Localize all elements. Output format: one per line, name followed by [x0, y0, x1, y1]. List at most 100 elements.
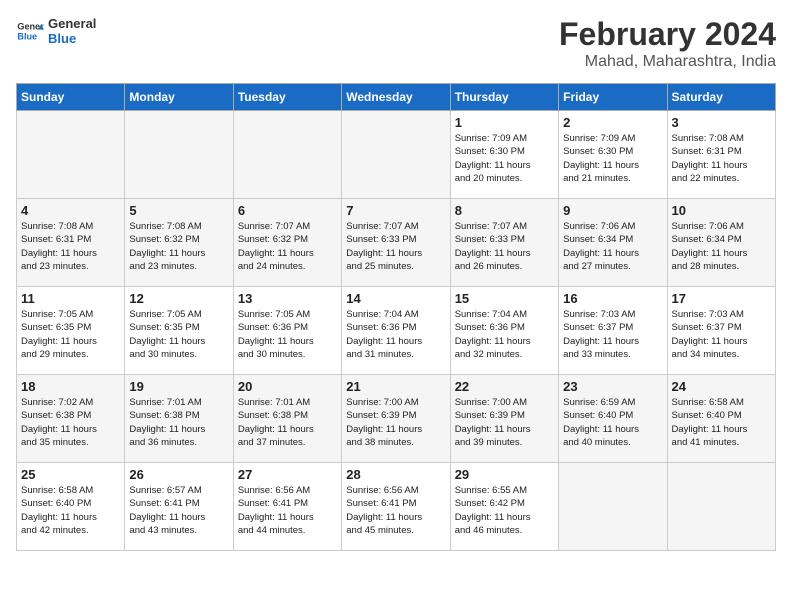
header-row: SundayMondayTuesdayWednesdayThursdayFrid… — [17, 84, 776, 111]
day-info: Sunrise: 7:01 AM Sunset: 6:38 PM Dayligh… — [129, 396, 228, 449]
day-number: 28 — [346, 467, 445, 482]
calendar-cell: 23 Sunrise: 6:59 AM Sunset: 6:40 PM Dayli… — [559, 375, 667, 463]
calendar-header: SundayMondayTuesdayWednesdayThursdayFrid… — [17, 84, 776, 111]
calendar-cell — [342, 111, 450, 199]
calendar-cell: 7 Sunrise: 7:07 AM Sunset: 6:33 PM Daylig… — [342, 199, 450, 287]
calendar-cell: 1 Sunrise: 7:09 AM Sunset: 6:30 PM Daylig… — [450, 111, 558, 199]
day-info: Sunrise: 7:00 AM Sunset: 6:39 PM Dayligh… — [346, 396, 445, 449]
day-info: Sunrise: 7:01 AM Sunset: 6:38 PM Dayligh… — [238, 396, 337, 449]
week-row-5: 25 Sunrise: 6:58 AM Sunset: 6:40 PM Dayli… — [17, 463, 776, 551]
sub-title: Mahad, Maharashtra, India — [559, 53, 776, 71]
day-number: 19 — [129, 379, 228, 394]
calendar-cell: 20 Sunrise: 7:01 AM Sunset: 6:38 PM Dayli… — [233, 375, 341, 463]
day-number: 25 — [21, 467, 120, 482]
calendar-cell: 27 Sunrise: 6:56 AM Sunset: 6:41 PM Dayli… — [233, 463, 341, 551]
header-cell-sunday: Sunday — [17, 84, 125, 111]
day-info: Sunrise: 7:06 AM Sunset: 6:34 PM Dayligh… — [563, 220, 662, 273]
header-cell-wednesday: Wednesday — [342, 84, 450, 111]
day-number: 29 — [455, 467, 554, 482]
day-number: 18 — [21, 379, 120, 394]
calendar-cell: 25 Sunrise: 6:58 AM Sunset: 6:40 PM Dayli… — [17, 463, 125, 551]
day-number: 5 — [129, 203, 228, 218]
day-info: Sunrise: 7:04 AM Sunset: 6:36 PM Dayligh… — [346, 308, 445, 361]
calendar-cell: 12Sunrise: 7:05 AM Sunset: 6:35 PM Dayli… — [125, 287, 233, 375]
week-row-4: 18 Sunrise: 7:02 AM Sunset: 6:38 PM Dayli… — [17, 375, 776, 463]
day-number: 22 — [455, 379, 554, 394]
day-info: Sunrise: 7:05 AM Sunset: 6:36 PM Dayligh… — [238, 308, 337, 361]
day-number: 1 — [455, 115, 554, 130]
calendar-cell: 3Sunrise: 7:08 AM Sunset: 6:31 PM Daylig… — [667, 111, 775, 199]
day-info: Sunrise: 6:58 AM Sunset: 6:40 PM Dayligh… — [21, 484, 120, 537]
day-number: 8 — [455, 203, 554, 218]
day-number: 17 — [672, 291, 771, 306]
calendar-cell: 17 Sunrise: 7:03 AM Sunset: 6:37 PM Dayli… — [667, 287, 775, 375]
day-info: Sunrise: 7:07 AM Sunset: 6:33 PM Dayligh… — [455, 220, 554, 273]
day-info: Sunrise: 7:05 AM Sunset: 6:35 PM Dayligh… — [21, 308, 120, 361]
header-cell-thursday: Thursday — [450, 84, 558, 111]
calendar-cell: 26 Sunrise: 6:57 AM Sunset: 6:41 PM Dayli… — [125, 463, 233, 551]
calendar-cell: 15Sunrise: 7:04 AM Sunset: 6:36 PM Dayli… — [450, 287, 558, 375]
header-cell-monday: Monday — [125, 84, 233, 111]
day-number: 7 — [346, 203, 445, 218]
logo-line2: Blue — [48, 31, 96, 46]
day-info: Sunrise: 6:58 AM Sunset: 6:40 PM Dayligh… — [672, 396, 771, 449]
day-number: 14 — [346, 291, 445, 306]
day-info: Sunrise: 7:08 AM Sunset: 6:31 PM Dayligh… — [21, 220, 120, 273]
calendar-cell: 21 Sunrise: 7:00 AM Sunset: 6:39 PM Dayli… — [342, 375, 450, 463]
day-info: Sunrise: 7:08 AM Sunset: 6:32 PM Dayligh… — [129, 220, 228, 273]
day-info: Sunrise: 7:07 AM Sunset: 6:32 PM Dayligh… — [238, 220, 337, 273]
day-info: Sunrise: 6:59 AM Sunset: 6:40 PM Dayligh… — [563, 396, 662, 449]
day-info: Sunrise: 7:03 AM Sunset: 6:37 PM Dayligh… — [563, 308, 662, 361]
day-info: Sunrise: 7:06 AM Sunset: 6:34 PM Dayligh… — [672, 220, 771, 273]
day-number: 20 — [238, 379, 337, 394]
calendar-cell: 24 Sunrise: 6:58 AM Sunset: 6:40 PM Dayli… — [667, 375, 775, 463]
day-info: Sunrise: 7:00 AM Sunset: 6:39 PM Dayligh… — [455, 396, 554, 449]
header-cell-friday: Friday — [559, 84, 667, 111]
logo-icon: General Blue — [16, 17, 44, 45]
day-number: 11 — [21, 291, 120, 306]
day-number: 2 — [563, 115, 662, 130]
calendar-table: SundayMondayTuesdayWednesdayThursdayFrid… — [16, 83, 776, 551]
day-info: Sunrise: 6:55 AM Sunset: 6:42 PM Dayligh… — [455, 484, 554, 537]
svg-text:Blue: Blue — [17, 31, 37, 41]
day-number: 21 — [346, 379, 445, 394]
day-number: 26 — [129, 467, 228, 482]
calendar-cell: 16 Sunrise: 7:03 AM Sunset: 6:37 PM Dayli… — [559, 287, 667, 375]
day-info: Sunrise: 7:07 AM Sunset: 6:33 PM Dayligh… — [346, 220, 445, 273]
calendar-cell: 6 Sunrise: 7:07 AM Sunset: 6:32 PM Daylig… — [233, 199, 341, 287]
page-header: General Blue General Blue February 2024 … — [16, 16, 776, 71]
day-info: Sunrise: 7:03 AM Sunset: 6:37 PM Dayligh… — [672, 308, 771, 361]
header-cell-tuesday: Tuesday — [233, 84, 341, 111]
day-info: Sunrise: 6:56 AM Sunset: 6:41 PM Dayligh… — [238, 484, 337, 537]
day-number: 23 — [563, 379, 662, 394]
week-row-2: 4Sunrise: 7:08 AM Sunset: 6:31 PM Daylig… — [17, 199, 776, 287]
logo-line1: General — [48, 16, 96, 31]
logo: General Blue General Blue — [16, 16, 96, 46]
day-number: 6 — [238, 203, 337, 218]
week-row-3: 11 Sunrise: 7:05 AM Sunset: 6:35 PM Dayli… — [17, 287, 776, 375]
day-number: 24 — [672, 379, 771, 394]
calendar-cell: 4Sunrise: 7:08 AM Sunset: 6:31 PM Daylig… — [17, 199, 125, 287]
calendar-cell — [125, 111, 233, 199]
day-info: Sunrise: 6:57 AM Sunset: 6:41 PM Dayligh… — [129, 484, 228, 537]
day-info: Sunrise: 7:04 AM Sunset: 6:36 PM Dayligh… — [455, 308, 554, 361]
calendar-cell: 14 Sunrise: 7:04 AM Sunset: 6:36 PM Dayli… — [342, 287, 450, 375]
day-info: Sunrise: 7:02 AM Sunset: 6:38 PM Dayligh… — [21, 396, 120, 449]
calendar-cell: 2 Sunrise: 7:09 AM Sunset: 6:30 PM Daylig… — [559, 111, 667, 199]
title-block: February 2024 Mahad, Maharashtra, India — [559, 16, 776, 71]
day-number: 16 — [563, 291, 662, 306]
calendar-cell — [667, 463, 775, 551]
day-number: 27 — [238, 467, 337, 482]
calendar-cell: 28Sunrise: 6:56 AM Sunset: 6:41 PM Dayli… — [342, 463, 450, 551]
calendar-cell: 5 Sunrise: 7:08 AM Sunset: 6:32 PM Daylig… — [125, 199, 233, 287]
day-info: Sunrise: 7:08 AM Sunset: 6:31 PM Dayligh… — [672, 132, 771, 185]
day-info: Sunrise: 7:09 AM Sunset: 6:30 PM Dayligh… — [455, 132, 554, 185]
day-info: Sunrise: 7:09 AM Sunset: 6:30 PM Dayligh… — [563, 132, 662, 185]
calendar-body: 1 Sunrise: 7:09 AM Sunset: 6:30 PM Daylig… — [17, 111, 776, 551]
calendar-cell: 19 Sunrise: 7:01 AM Sunset: 6:38 PM Dayli… — [125, 375, 233, 463]
day-info: Sunrise: 7:05 AM Sunset: 6:35 PM Dayligh… — [129, 308, 228, 361]
calendar-cell: 29 Sunrise: 6:55 AM Sunset: 6:42 PM Dayli… — [450, 463, 558, 551]
calendar-cell — [233, 111, 341, 199]
day-number: 10 — [672, 203, 771, 218]
calendar-cell — [17, 111, 125, 199]
